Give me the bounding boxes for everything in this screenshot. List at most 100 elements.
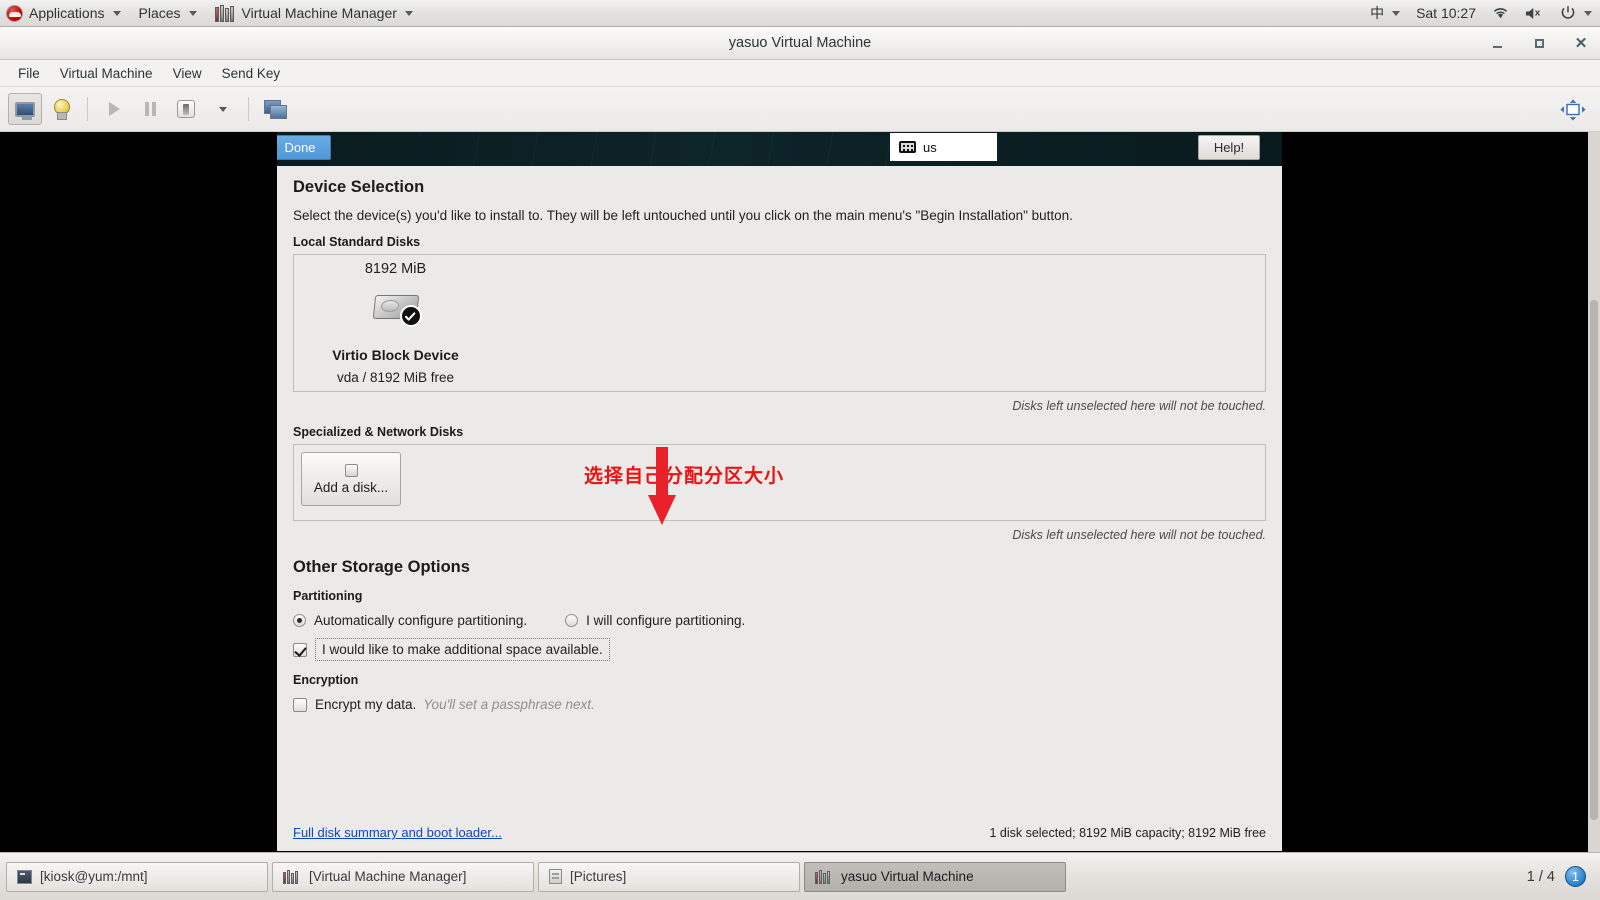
keyboard-layout-indicator[interactable]: us bbox=[890, 133, 997, 161]
window-list-taskbar: [kiosk@yum:/mnt] [Virtual Machine Manage… bbox=[0, 852, 1600, 900]
keyboard-layout-label: us bbox=[923, 139, 937, 155]
disk-detail: vda / 8192 MiB free bbox=[336, 370, 455, 385]
console-vertical-scrollbar[interactable] bbox=[1588, 132, 1600, 852]
menu-send-key[interactable]: Send Key bbox=[212, 62, 291, 85]
hard-disk-selected-icon bbox=[372, 291, 422, 327]
taskbar-item-label: [Pictures] bbox=[570, 869, 627, 884]
taskbar-item-label: [kiosk@yum:/mnt] bbox=[40, 869, 148, 884]
clock[interactable]: Sat 10:27 bbox=[1408, 0, 1484, 27]
radio-auto-partitioning[interactable] bbox=[293, 614, 306, 627]
minimize-button[interactable] bbox=[1488, 35, 1506, 53]
taskbar-item-pictures[interactable]: [Pictures] bbox=[538, 861, 800, 892]
local-disks-panel: 8192 MiB Virtio Block Device vda / 8192 … bbox=[293, 254, 1266, 392]
installer-body: Device Selection Select the device(s) yo… bbox=[277, 166, 1282, 851]
disk-capacity: 8192 MiB bbox=[364, 261, 427, 277]
help-button[interactable]: Help! bbox=[1198, 135, 1260, 160]
power-switch-icon bbox=[177, 100, 195, 118]
add-a-disk-label: Add a disk... bbox=[313, 479, 389, 495]
panel-status-area: 中 Sat 10:27 bbox=[1362, 0, 1600, 27]
add-a-disk-button[interactable]: Add a disk... bbox=[301, 452, 401, 506]
taskbar-item-label: [Virtual Machine Manager] bbox=[309, 869, 467, 884]
taskbar-item-terminal[interactable]: [kiosk@yum:/mnt] bbox=[6, 861, 268, 892]
clock-label: Sat 10:27 bbox=[1416, 5, 1476, 21]
radio-auto-partitioning-label: Automatically configure partitioning. bbox=[314, 613, 528, 628]
encryption-label: Encryption bbox=[293, 673, 359, 687]
disk-tile-vda[interactable]: 8192 MiB Virtio Block Device vda / 8192 … bbox=[308, 261, 483, 385]
snapshots-button[interactable] bbox=[258, 93, 292, 125]
scrollbar-thumb[interactable] bbox=[1590, 300, 1598, 820]
workspace-badge[interactable]: 1 bbox=[1565, 866, 1586, 887]
keyboard-icon bbox=[899, 141, 916, 153]
wifi-status[interactable] bbox=[1484, 0, 1517, 27]
monitor-icon bbox=[15, 101, 35, 120]
maximize-button[interactable] bbox=[1530, 35, 1548, 53]
window-titlebar: yasuo Virtual Machine ✕ bbox=[0, 27, 1600, 60]
virt-manager-window: yasuo Virtual Machine ✕ File Virtual Mac… bbox=[0, 27, 1600, 852]
input-method-indicator[interactable]: 中 bbox=[1362, 0, 1408, 27]
done-button[interactable]: Done bbox=[277, 135, 331, 160]
shutdown-options-button[interactable] bbox=[205, 93, 239, 125]
vmm-icon bbox=[214, 4, 236, 22]
places-menu-label: Places bbox=[138, 5, 181, 21]
pause-icon bbox=[144, 102, 156, 116]
partitioning-label: Partitioning bbox=[293, 589, 363, 603]
menu-view[interactable]: View bbox=[163, 62, 212, 85]
chevron-down-icon bbox=[404, 10, 413, 16]
menu-virtual-machine[interactable]: Virtual Machine bbox=[50, 62, 163, 85]
close-button[interactable]: ✕ bbox=[1572, 35, 1590, 53]
workspace-switcher[interactable]: 1 / 4 1 bbox=[1527, 866, 1594, 887]
chevron-down-icon bbox=[112, 10, 121, 16]
checkbox-additional-space-label[interactable]: I would like to make additional space av… bbox=[315, 638, 610, 661]
specialized-disks-label: Specialized & Network Disks bbox=[293, 425, 464, 439]
vm-console-display[interactable]: Done us Help! Device Selection Select th… bbox=[0, 132, 1600, 852]
ime-label: 中 bbox=[1370, 5, 1385, 21]
specialized-disks-note: Disks left unselected here will not be t… bbox=[1012, 528, 1266, 542]
clone-screens-icon bbox=[264, 100, 287, 119]
menubar: File Virtual Machine View Send Key bbox=[0, 60, 1600, 87]
chevron-down-icon bbox=[188, 10, 197, 16]
play-icon bbox=[108, 102, 120, 116]
power-menu[interactable] bbox=[1552, 0, 1600, 27]
checkbox-encrypt-data[interactable] bbox=[293, 697, 307, 712]
workspace-count-label: 1 / 4 bbox=[1526, 868, 1555, 885]
shutdown-button[interactable] bbox=[169, 93, 203, 125]
additional-space-row: I would like to make additional space av… bbox=[293, 638, 1266, 661]
window-title: yasuo Virtual Machine bbox=[728, 35, 872, 51]
radio-manual-partitioning[interactable] bbox=[565, 614, 579, 627]
chevron-down-icon bbox=[1584, 10, 1592, 16]
local-disks-label: Local Standard Disks bbox=[293, 235, 421, 249]
run-button[interactable] bbox=[97, 93, 131, 125]
checkbox-additional-space[interactable] bbox=[293, 642, 307, 657]
menu-file[interactable]: File bbox=[8, 62, 50, 85]
radio-manual-partitioning-label: I will configure partitioning. bbox=[586, 613, 746, 628]
pause-button[interactable] bbox=[133, 93, 167, 125]
window-controls: ✕ bbox=[1488, 27, 1590, 60]
gnome-top-panel: Applications Places Virtual Machine Mana… bbox=[0, 0, 1600, 27]
full-disk-summary-link[interactable]: Full disk summary and boot loader... bbox=[293, 825, 502, 840]
volume-status[interactable] bbox=[1517, 0, 1552, 27]
places-menu[interactable]: Places bbox=[130, 0, 206, 27]
wifi-icon bbox=[1493, 8, 1508, 19]
taskbar-item-vmm[interactable]: [Virtual Machine Manager] bbox=[272, 861, 534, 892]
page-title: Device Selection bbox=[293, 178, 425, 196]
vmm-icon bbox=[283, 869, 301, 884]
show-details-button[interactable] bbox=[44, 93, 78, 125]
taskbar-item-yasuo-vm[interactable]: yasuo Virtual Machine bbox=[804, 861, 1066, 892]
applications-menu[interactable]: Applications bbox=[0, 0, 130, 27]
vmm-icon bbox=[815, 869, 833, 884]
disk-name: Virtio Block Device bbox=[332, 347, 459, 363]
chevron-down-icon bbox=[1392, 10, 1401, 16]
partitioning-radio-group: Automatically configure partitioning. I … bbox=[293, 613, 1266, 628]
taskbar-item-label: yasuo Virtual Machine bbox=[841, 869, 974, 884]
applications-menu-label: Applications bbox=[29, 5, 105, 21]
page-description: Select the device(s) you'd like to insta… bbox=[293, 208, 1073, 223]
add-disk-icon bbox=[344, 463, 358, 477]
checkbox-encrypt-data-label: Encrypt my data. bbox=[315, 697, 417, 712]
show-console-button[interactable] bbox=[8, 93, 42, 125]
fit-to-screen-icon[interactable] bbox=[1560, 99, 1586, 121]
annotation-text: 选择自己分配分区大小 bbox=[584, 465, 785, 487]
toolbar-separator bbox=[87, 97, 88, 121]
disk-status-text: 1 disk selected; 8192 MiB capacity; 8192… bbox=[989, 825, 1266, 840]
vmm-window-menu[interactable]: Virtual Machine Manager bbox=[206, 0, 422, 27]
toolbar-separator bbox=[248, 97, 249, 121]
